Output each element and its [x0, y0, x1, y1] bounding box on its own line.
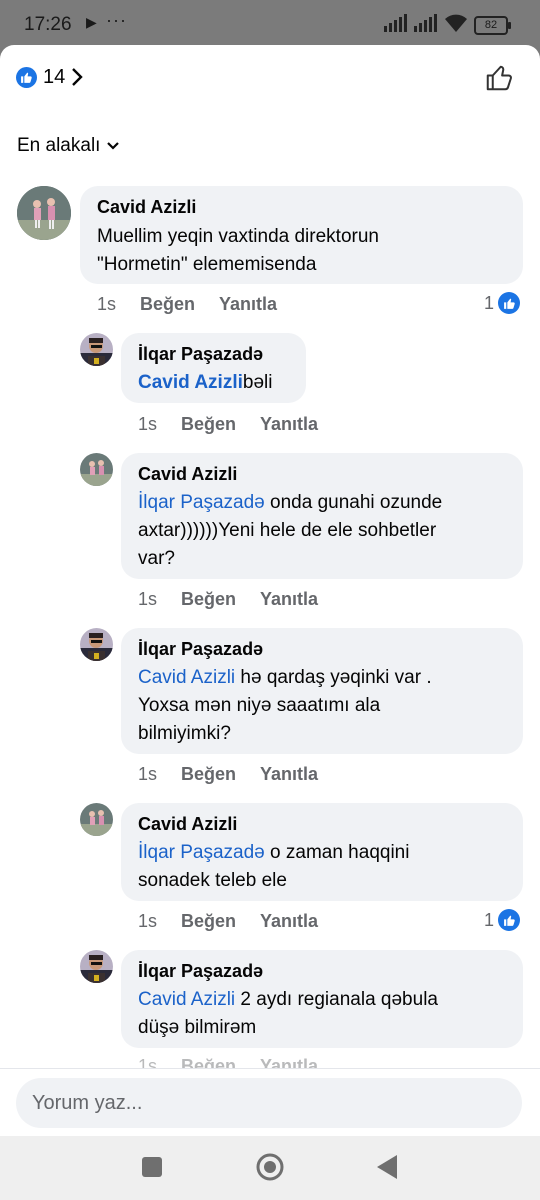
- comment-reaction-count[interactable]: 1: [484, 292, 521, 314]
- chevron-down-icon: [107, 142, 120, 150]
- reply-time: 1s: [138, 589, 158, 609]
- avatar-ilqar[interactable]: [80, 950, 113, 983]
- avatar-cavid[interactable]: [17, 186, 71, 240]
- like-button[interactable]: Beğen: [181, 414, 236, 435]
- reactions-summary[interactable]: 14: [16, 65, 83, 89]
- reply-body: onda gunahi ozunde: [264, 492, 443, 513]
- reply-time: 1s: [138, 414, 158, 434]
- signal-icon-2: [414, 14, 437, 32]
- reply-text: İlqar Paşazadə o zaman haqqini: [138, 839, 409, 867]
- reply-button[interactable]: Yanıtla: [260, 589, 318, 610]
- reaction-count-value: 1: [484, 292, 495, 313]
- comment-text: Muellim yeqin vaxtinda direktorun: [97, 226, 379, 247]
- reply-button[interactable]: Yanıtla: [260, 764, 318, 785]
- reply-button[interactable]: Yanıtla: [260, 414, 318, 435]
- wifi-icon: [445, 14, 467, 32]
- reply-author[interactable]: Cavid Azizli: [138, 814, 237, 835]
- comment-text-line2: "Hormetin" elememisenda: [97, 254, 317, 275]
- comments-sheet: 14 En alakalı Cavid Azizli Muellim yeqin…: [0, 45, 540, 1136]
- reply-text: Cavid Azizli 2 aydı regianala qəbula: [138, 986, 438, 1014]
- reply-text-line3: var?: [138, 548, 175, 569]
- reply-text: İlqar Paşazadə onda gunahi ozunde: [138, 489, 442, 517]
- reply-text: Cavid Azizli hə qardaş yəqinki var .: [138, 664, 432, 692]
- recents-icon[interactable]: [141, 1156, 163, 1178]
- more-notifications-icon: ···: [106, 10, 127, 30]
- reply-actions: 1s Beğen Yanıtla: [138, 589, 342, 610]
- sort-dropdown[interactable]: En alakalı: [17, 135, 120, 157]
- status-bar: 17:26 ▶ ··· 82: [0, 0, 540, 48]
- status-time: 17:26: [24, 14, 72, 35]
- signal-icon: [384, 14, 407, 32]
- reply-body: hə qardaş yəqinki var .: [235, 667, 432, 688]
- reply-text-line2: düşə bilmirəm: [138, 1017, 257, 1038]
- comment-author[interactable]: Cavid Azizli: [97, 197, 196, 218]
- reply-body: 2 aydı regianala qəbula: [235, 989, 438, 1010]
- reply-text-line3: bilmiyimki?: [138, 723, 231, 744]
- reply-author[interactable]: İlqar Paşazadə: [138, 344, 263, 365]
- home-icon[interactable]: [256, 1153, 284, 1181]
- reply-actions: 1s Beğen Yanıtla: [138, 414, 342, 435]
- reply-author[interactable]: Cavid Azizli: [138, 464, 237, 485]
- like-reaction-icon: [498, 909, 521, 931]
- avatar-cavid[interactable]: [80, 453, 113, 486]
- comment-actions: 1s Beğen Yanıtla: [97, 294, 301, 315]
- reply-button[interactable]: Yanıtla: [219, 294, 277, 315]
- system-nav-bar: [0, 1136, 540, 1200]
- reply-time: 1s: [138, 911, 158, 931]
- mention-link[interactable]: Cavid Azizli: [138, 989, 235, 1010]
- avatar-ilqar[interactable]: [80, 333, 113, 366]
- battery-icon: 82: [474, 16, 511, 35]
- comment-composer: Yorum yaz...: [0, 1068, 540, 1136]
- reply-reaction-count[interactable]: 1: [484, 909, 521, 931]
- like-button[interactable]: Beğen: [181, 764, 236, 785]
- comment-input[interactable]: Yorum yaz...: [16, 1078, 522, 1128]
- avatar-cavid[interactable]: [80, 803, 113, 836]
- like-button[interactable]: Beğen: [140, 294, 195, 315]
- like-reaction-icon: [16, 66, 37, 88]
- reaction-count: 14: [43, 65, 66, 88]
- reaction-count-value: 1: [484, 909, 495, 930]
- comment-time: 1s: [97, 294, 117, 314]
- like-button[interactable]: Beğen: [181, 911, 236, 932]
- mention-link[interactable]: İlqar Paşazadə: [138, 842, 265, 863]
- reply-actions: 1s Beğen Yanıtla: [138, 911, 342, 932]
- like-outline-icon[interactable]: [484, 63, 514, 93]
- reply-body: o zaman haqqini: [264, 842, 410, 863]
- reply-author[interactable]: İlqar Paşazadə: [138, 639, 263, 660]
- play-icon: ▶: [86, 14, 97, 30]
- like-reaction-icon: [498, 292, 521, 314]
- reply-text-line2: Yoxsa mən niyə saaatımı ala: [138, 695, 381, 716]
- mention-link[interactable]: İlqar Paşazadə: [138, 492, 265, 513]
- reply-author[interactable]: İlqar Paşazadə: [138, 961, 263, 982]
- mention-link[interactable]: Cavid Azizli: [138, 667, 235, 688]
- reply-text-line2: sonadek teleb ele: [138, 870, 287, 891]
- sort-label: En alakalı: [17, 135, 101, 156]
- avatar-ilqar[interactable]: [80, 628, 113, 661]
- reply-text: Cavid Azizlibəli: [138, 369, 272, 397]
- reply-actions: 1s Beğen Yanıtla: [138, 764, 342, 785]
- like-button[interactable]: Beğen: [181, 589, 236, 610]
- chevron-right-icon: [72, 68, 83, 86]
- reply-text-line2: axtar))))))Yeni hele de ele sohbetler: [138, 520, 437, 541]
- back-icon[interactable]: [376, 1154, 398, 1180]
- reply-button[interactable]: Yanıtla: [260, 911, 318, 932]
- reply-time: 1s: [138, 764, 158, 784]
- mention-link[interactable]: Cavid Azizli: [138, 372, 243, 393]
- reply-body: bəli: [242, 372, 273, 393]
